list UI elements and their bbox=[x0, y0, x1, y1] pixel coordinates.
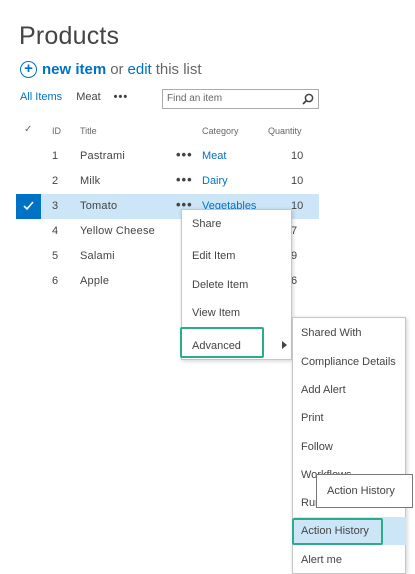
menu-item-share[interactable]: Share bbox=[192, 218, 221, 230]
row-checkbox[interactable] bbox=[16, 194, 41, 219]
column-header-category[interactable]: Category bbox=[202, 126, 239, 136]
row-title[interactable]: Salami bbox=[80, 250, 115, 262]
search-box[interactable] bbox=[162, 89, 319, 109]
page-title: Products bbox=[19, 22, 120, 50]
row-title[interactable]: Milk bbox=[80, 175, 100, 187]
menu-item-view-item[interactable]: View Item bbox=[192, 307, 240, 319]
row-menu-button[interactable]: ••• bbox=[176, 172, 193, 187]
or-text: or bbox=[110, 61, 124, 78]
row-id: 1 bbox=[52, 150, 59, 162]
view-selector: All Items Meat ••• bbox=[20, 91, 128, 103]
row-title[interactable]: Pastrami bbox=[80, 150, 125, 162]
search-icon[interactable] bbox=[302, 93, 314, 105]
row-title[interactable]: Yellow Cheese bbox=[80, 225, 155, 237]
row-title[interactable]: Tomato bbox=[80, 200, 117, 212]
menu-item-add-alert[interactable]: Add Alert bbox=[301, 384, 346, 396]
menu-item-follow[interactable]: Follow bbox=[301, 441, 333, 453]
menu-item-alert-me[interactable]: Alert me bbox=[301, 554, 342, 566]
menu-item-shared-with[interactable]: Shared With bbox=[301, 327, 362, 339]
row-id: 2 bbox=[52, 175, 59, 187]
column-header-id[interactable]: ID bbox=[52, 126, 61, 136]
edit-link[interactable]: edit bbox=[128, 61, 152, 78]
row-quantity: 10 bbox=[291, 175, 304, 187]
more-views-button[interactable]: ••• bbox=[114, 91, 129, 103]
row-id: 6 bbox=[52, 275, 59, 287]
action-history-highlight-box bbox=[292, 518, 383, 545]
submenu-arrow-icon bbox=[282, 341, 287, 349]
menu-item-print[interactable]: Print bbox=[301, 412, 324, 424]
row-quantity: 10 bbox=[291, 200, 304, 212]
row-quantity: 10 bbox=[291, 150, 304, 162]
column-header-title[interactable]: Title bbox=[80, 126, 97, 136]
new-item-bar: + new item or edit this list bbox=[20, 61, 206, 78]
column-header-quantity[interactable]: Quantity bbox=[268, 126, 302, 136]
view-meat[interactable]: Meat bbox=[76, 91, 100, 103]
view-all-items[interactable]: All Items bbox=[20, 91, 62, 103]
select-all-checkmark[interactable]: ✓ bbox=[24, 124, 32, 135]
row-category[interactable]: Dairy bbox=[202, 175, 228, 187]
table-row[interactable]: 2 Milk ••• Dairy 10 bbox=[16, 169, 319, 194]
row-menu-button[interactable]: ••• bbox=[176, 147, 193, 162]
row-category[interactable]: Meat bbox=[202, 150, 226, 162]
new-item-link[interactable]: new item bbox=[42, 61, 106, 78]
menu-item-edit-item[interactable]: Edit Item bbox=[192, 250, 235, 262]
advanced-highlight-box bbox=[180, 327, 264, 358]
checkmark-icon bbox=[23, 201, 34, 211]
menu-item-delete-item[interactable]: Delete Item bbox=[192, 279, 248, 291]
row-id: 5 bbox=[52, 250, 59, 262]
this-list-text: this list bbox=[155, 61, 202, 78]
search-input[interactable] bbox=[167, 93, 297, 104]
menu-item-compliance-details[interactable]: Compliance Details bbox=[301, 356, 396, 368]
table-row[interactable]: 1 Pastrami ••• Meat 10 bbox=[16, 144, 319, 169]
tooltip: Action History bbox=[316, 474, 413, 508]
plus-circle-icon[interactable]: + bbox=[20, 61, 37, 78]
row-id: 3 bbox=[52, 200, 59, 212]
row-title[interactable]: Apple bbox=[80, 275, 109, 287]
row-id: 4 bbox=[52, 225, 59, 237]
